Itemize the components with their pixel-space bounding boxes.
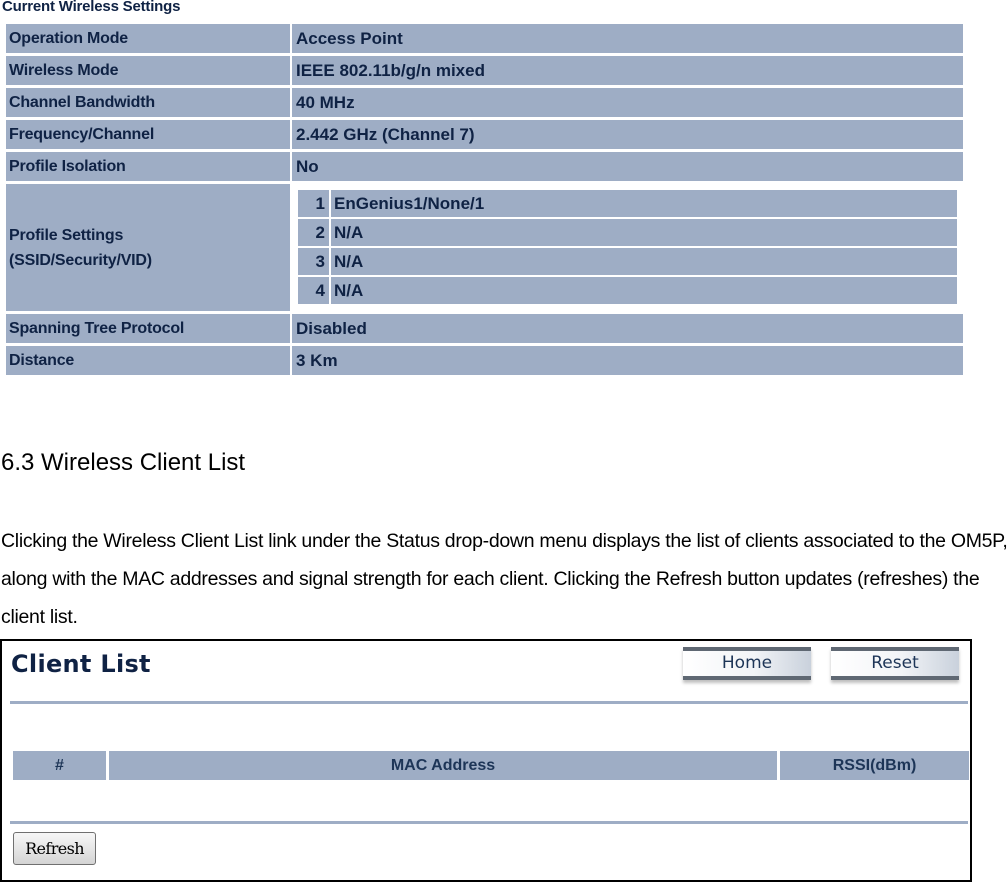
- settings-row-distance: Distance 3 Km: [6, 346, 963, 375]
- profile-settings-label: Profile Settings (SSID/Security/VID): [6, 184, 290, 311]
- settings-row-profile-settings: Profile Settings (SSID/Security/VID) 1 E…: [6, 184, 963, 311]
- profile-number: 4: [298, 277, 329, 304]
- settings-value: Access Point: [292, 24, 963, 53]
- profile-number: 2: [298, 219, 329, 246]
- home-button[interactable]: Home: [683, 647, 811, 680]
- column-header-rssi: RSSI(dBm): [780, 751, 969, 780]
- client-list-title: Client List: [11, 650, 151, 678]
- profile-value: EnGenius1/None/1: [331, 190, 957, 217]
- profile-number: 1: [298, 190, 329, 217]
- settings-row-operation-mode: Operation Mode Access Point: [6, 24, 963, 53]
- profile-value: N/A: [331, 277, 957, 304]
- profile-row: 1 EnGenius1/None/1: [298, 190, 957, 217]
- divider-top: [10, 701, 968, 704]
- profile-value: N/A: [331, 219, 957, 246]
- column-header-mac-address: MAC Address: [109, 751, 777, 780]
- settings-row-profile-isolation: Profile Isolation No: [6, 152, 963, 181]
- profile-row: 3 N/A: [298, 248, 957, 275]
- profile-value: N/A: [331, 248, 957, 275]
- settings-label: Channel Bandwidth: [6, 88, 290, 117]
- client-list-panel: Client List Home Reset # MAC Address RSS…: [0, 639, 972, 882]
- profile-settings-label-line1: Profile Settings: [9, 226, 124, 244]
- reset-button[interactable]: Reset: [831, 647, 959, 680]
- profile-list-table: 1 EnGenius1/None/1 2 N/A 3 N/A 4 N/A: [296, 188, 959, 306]
- section-heading: 6.3 Wireless Client List: [1, 449, 246, 476]
- client-list-header-row: # MAC Address RSSI(dBm): [13, 751, 969, 780]
- current-wireless-settings-title: Current Wireless Settings: [2, 0, 181, 15]
- settings-row-wireless-mode: Wireless Mode IEEE 802.11b/g/n mixed: [6, 56, 963, 85]
- settings-row-frequency-channel: Frequency/Channel 2.442 GHz (Channel 7): [6, 120, 963, 149]
- settings-value: Disabled: [292, 314, 963, 343]
- settings-label: Spanning Tree Protocol: [6, 314, 290, 343]
- settings-value: 40 MHz: [292, 88, 963, 117]
- wireless-settings-table: Operation Mode Access Point Wireless Mod…: [4, 21, 965, 378]
- profile-number: 3: [298, 248, 329, 275]
- refresh-button[interactable]: Refresh: [13, 832, 96, 865]
- settings-value: No: [292, 152, 963, 181]
- settings-value: IEEE 802.11b/g/n mixed: [292, 56, 963, 85]
- settings-label: Profile Isolation: [6, 152, 290, 181]
- section-paragraph: Clicking the Wireless Client List link u…: [1, 530, 1008, 628]
- profile-row: 4 N/A: [298, 277, 957, 304]
- column-header-number: #: [13, 751, 106, 780]
- settings-label: Frequency/Channel: [6, 120, 290, 149]
- profile-row: 2 N/A: [298, 219, 957, 246]
- profile-settings-label-line2: (SSID/Security/VID): [9, 251, 152, 269]
- settings-label: Distance: [6, 346, 290, 375]
- settings-row-channel-bandwidth: Channel Bandwidth 40 MHz: [6, 88, 963, 117]
- settings-label: Wireless Mode: [6, 56, 290, 85]
- client-list-table: # MAC Address RSSI(dBm): [10, 751, 972, 780]
- settings-label: Operation Mode: [6, 24, 290, 53]
- settings-row-spanning-tree: Spanning Tree Protocol Disabled: [6, 314, 963, 343]
- divider-bottom: [10, 821, 968, 824]
- profile-settings-value: 1 EnGenius1/None/1 2 N/A 3 N/A 4 N/A: [292, 184, 963, 311]
- settings-value: 2.442 GHz (Channel 7): [292, 120, 963, 149]
- settings-value: 3 Km: [292, 346, 963, 375]
